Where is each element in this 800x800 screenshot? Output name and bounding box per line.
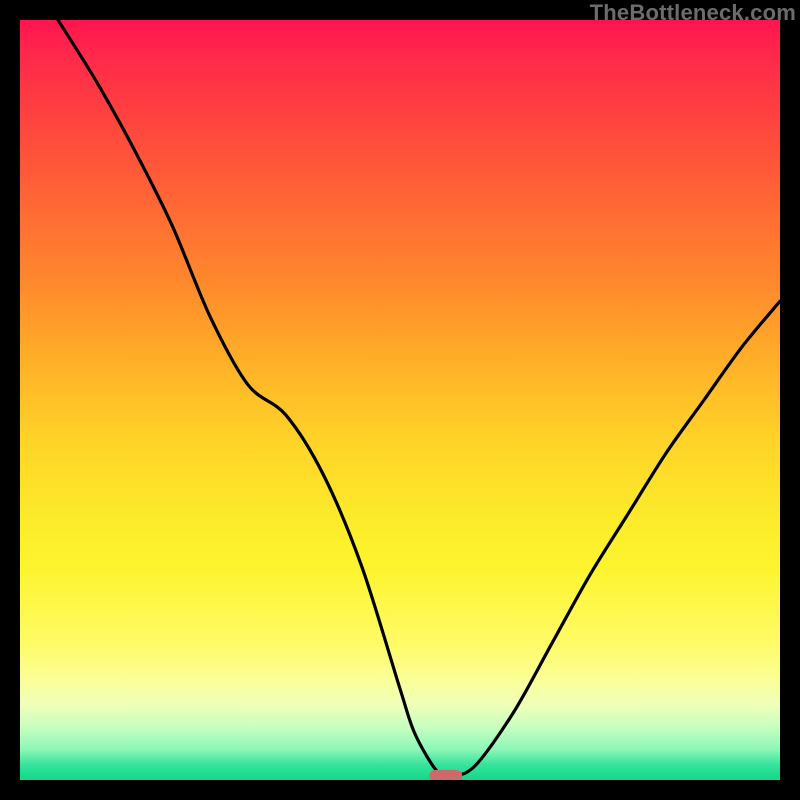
- watermark-text: TheBottleneck.com: [590, 0, 796, 26]
- background-gradient: [20, 20, 780, 780]
- chart-frame: TheBottleneck.com: [0, 0, 800, 800]
- optimum-marker: [429, 770, 462, 780]
- plot-area: [20, 20, 780, 780]
